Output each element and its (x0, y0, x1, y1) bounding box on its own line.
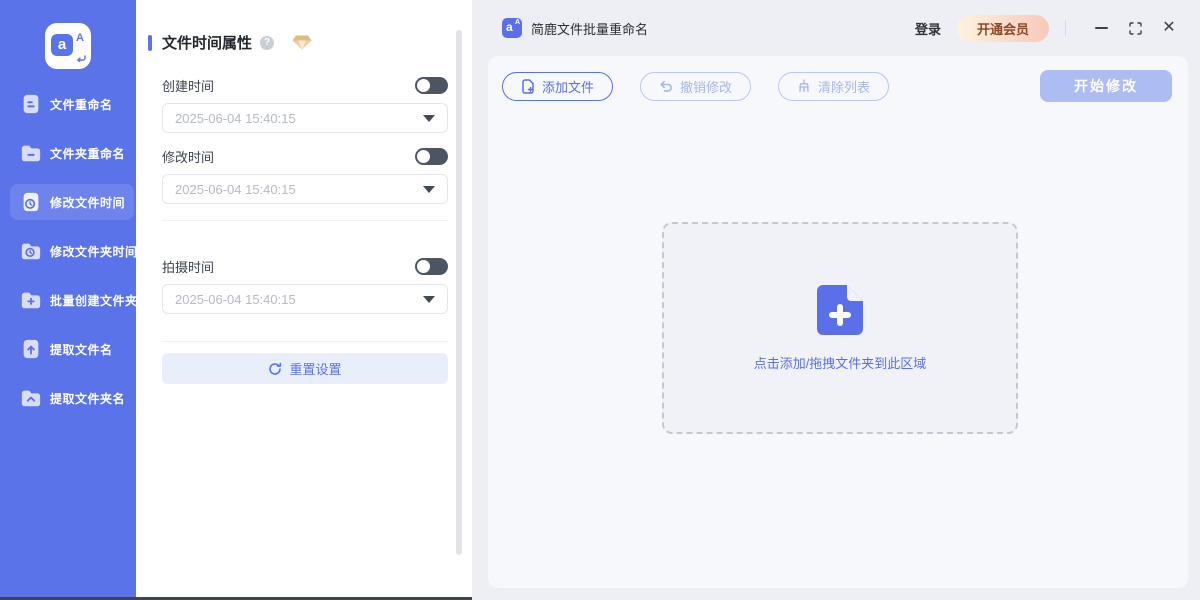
reset-button-label: 重置设置 (289, 359, 341, 378)
maximize-icon (1129, 22, 1142, 35)
sidebar-item-label: 修改文件时间 (50, 194, 125, 211)
sidebar-item-file-rename[interactable]: 文件重命名 (10, 86, 134, 122)
logo-letter-a: a (51, 34, 73, 56)
title-accent-bar (148, 35, 152, 51)
start-modify-button[interactable]: 开始修改 (1040, 70, 1172, 102)
close-button[interactable]: ✕ (1154, 13, 1184, 43)
folder-time-icon (20, 240, 42, 262)
reset-button[interactable]: 重置设置 (162, 353, 448, 384)
app-icon: a A (502, 18, 522, 38)
dropzone[interactable]: 点击添加/拖拽文件夹到此区域 (662, 222, 1018, 434)
file-rename-icon (20, 93, 42, 115)
app-icon-letter: a (506, 20, 513, 34)
maximize-button[interactable] (1120, 13, 1150, 43)
sidebar-item-label: 批量创建文件夹 (50, 292, 138, 309)
toolbar: 添加文件 撤销修改 清除列表 开始修改 (488, 56, 1188, 102)
sidebar-item-extract-foldername[interactable]: 提取文件夹名 (10, 380, 134, 416)
undo-label: 撤销修改 (680, 77, 732, 96)
workspace: 添加文件 撤销修改 清除列表 开始修改 (488, 56, 1188, 588)
add-files-button[interactable]: 添加文件 (502, 72, 613, 101)
capture-time-toggle[interactable] (415, 258, 448, 275)
close-icon: ✕ (1162, 20, 1175, 36)
modify-time-group: 修改时间 2025-06-04 15:40:15 (162, 146, 448, 204)
sidebar-item-label: 提取文件名 (50, 341, 113, 358)
sidebar-item-label: 文件重命名 (50, 96, 113, 113)
settings-panel: 文件时间属性 ? 创建时间 2025-06-04 15:40:15 修改时间 2… (136, 0, 472, 600)
file-extract-icon (20, 338, 42, 360)
sidebar-item-label: 提取文件夹名 (50, 390, 125, 407)
broom-icon (797, 79, 811, 93)
sidebar-item-label: 文件夹重命名 (50, 145, 125, 162)
folder-plus-icon (20, 289, 42, 311)
capture-time-label: 拍摄时间 (162, 257, 214, 276)
app-icon-letter-small: A (515, 19, 520, 26)
chevron-down-icon (423, 296, 435, 303)
capture-time-value: 2025-06-04 15:40:15 (175, 292, 296, 307)
file-plus-icon (521, 79, 535, 94)
modify-time-input[interactable]: 2025-06-04 15:40:15 (162, 174, 448, 204)
sidebar-item-batch-create-folder[interactable]: 批量创建文件夹 (10, 282, 134, 318)
sidebar-item-extract-filename[interactable]: 提取文件名 (10, 331, 134, 367)
sidebar-item-modify-folder-time[interactable]: 修改文件夹时间 (10, 233, 134, 269)
create-time-input[interactable]: 2025-06-04 15:40:15 (162, 103, 448, 133)
minimize-icon (1095, 27, 1108, 29)
titlebar: a A 简鹿文件批量重命名 登录 开通会员 ✕ (472, 0, 1200, 56)
logo-arrow-icon (76, 55, 86, 62)
app-logo: a A (45, 23, 91, 69)
chevron-down-icon (423, 115, 435, 122)
vip-membership-button[interactable]: 开通会员 (957, 15, 1049, 42)
undo-button[interactable]: 撤销修改 (640, 72, 751, 101)
clear-list-label: 清除列表 (818, 77, 870, 96)
modify-time-label: 修改时间 (162, 147, 214, 166)
divider (162, 220, 448, 221)
main-panel: a A 简鹿文件批量重命名 登录 开通会员 ✕ 添加文件 (472, 0, 1200, 600)
sidebar-nav: 文件重命名 文件夹重命名 修改文件时间 修改文件夹时间 (0, 86, 136, 429)
page-title: 文件时间属性 (162, 32, 252, 53)
settings-scrollbar[interactable] (456, 30, 462, 555)
file-time-icon (20, 191, 42, 213)
sidebar: a A 文件重命名 文件夹重命名 修改文件时间 (0, 0, 136, 600)
folder-extract-icon (20, 387, 42, 409)
titlebar-separator (1065, 20, 1066, 36)
chevron-down-icon (423, 186, 435, 193)
sidebar-item-folder-rename[interactable]: 文件夹重命名 (10, 135, 134, 171)
sidebar-item-label: 修改文件夹时间 (50, 243, 138, 260)
create-time-group: 创建时间 2025-06-04 15:40:15 (162, 75, 448, 133)
clear-list-button[interactable]: 清除列表 (778, 72, 889, 101)
help-icon[interactable]: ? (260, 36, 274, 50)
app-window: a A 文件重命名 文件夹重命名 修改文件时间 (0, 0, 1200, 600)
logo-letter-A: A (76, 32, 84, 44)
create-time-label: 创建时间 (162, 76, 214, 95)
minimize-button[interactable] (1086, 13, 1116, 43)
modify-time-toggle[interactable] (415, 148, 448, 165)
create-time-toggle[interactable] (415, 77, 448, 94)
vip-gem-icon (292, 35, 312, 50)
divider (162, 341, 448, 342)
add-files-label: 添加文件 (542, 77, 594, 96)
capture-time-group: 拍摄时间 2025-06-04 15:40:15 (162, 256, 448, 314)
undo-icon (659, 79, 673, 93)
dropzone-hint: 点击添加/拖拽文件夹到此区域 (754, 353, 927, 372)
modify-time-value: 2025-06-04 15:40:15 (175, 182, 296, 197)
refresh-icon (268, 362, 282, 376)
login-link[interactable]: 登录 (915, 19, 941, 38)
folder-rename-icon (20, 142, 42, 164)
add-file-icon (817, 285, 863, 335)
window-title: 简鹿文件批量重命名 (531, 19, 648, 38)
create-time-value: 2025-06-04 15:40:15 (175, 111, 296, 126)
capture-time-input[interactable]: 2025-06-04 15:40:15 (162, 284, 448, 314)
sidebar-item-modify-file-time[interactable]: 修改文件时间 (10, 184, 134, 220)
